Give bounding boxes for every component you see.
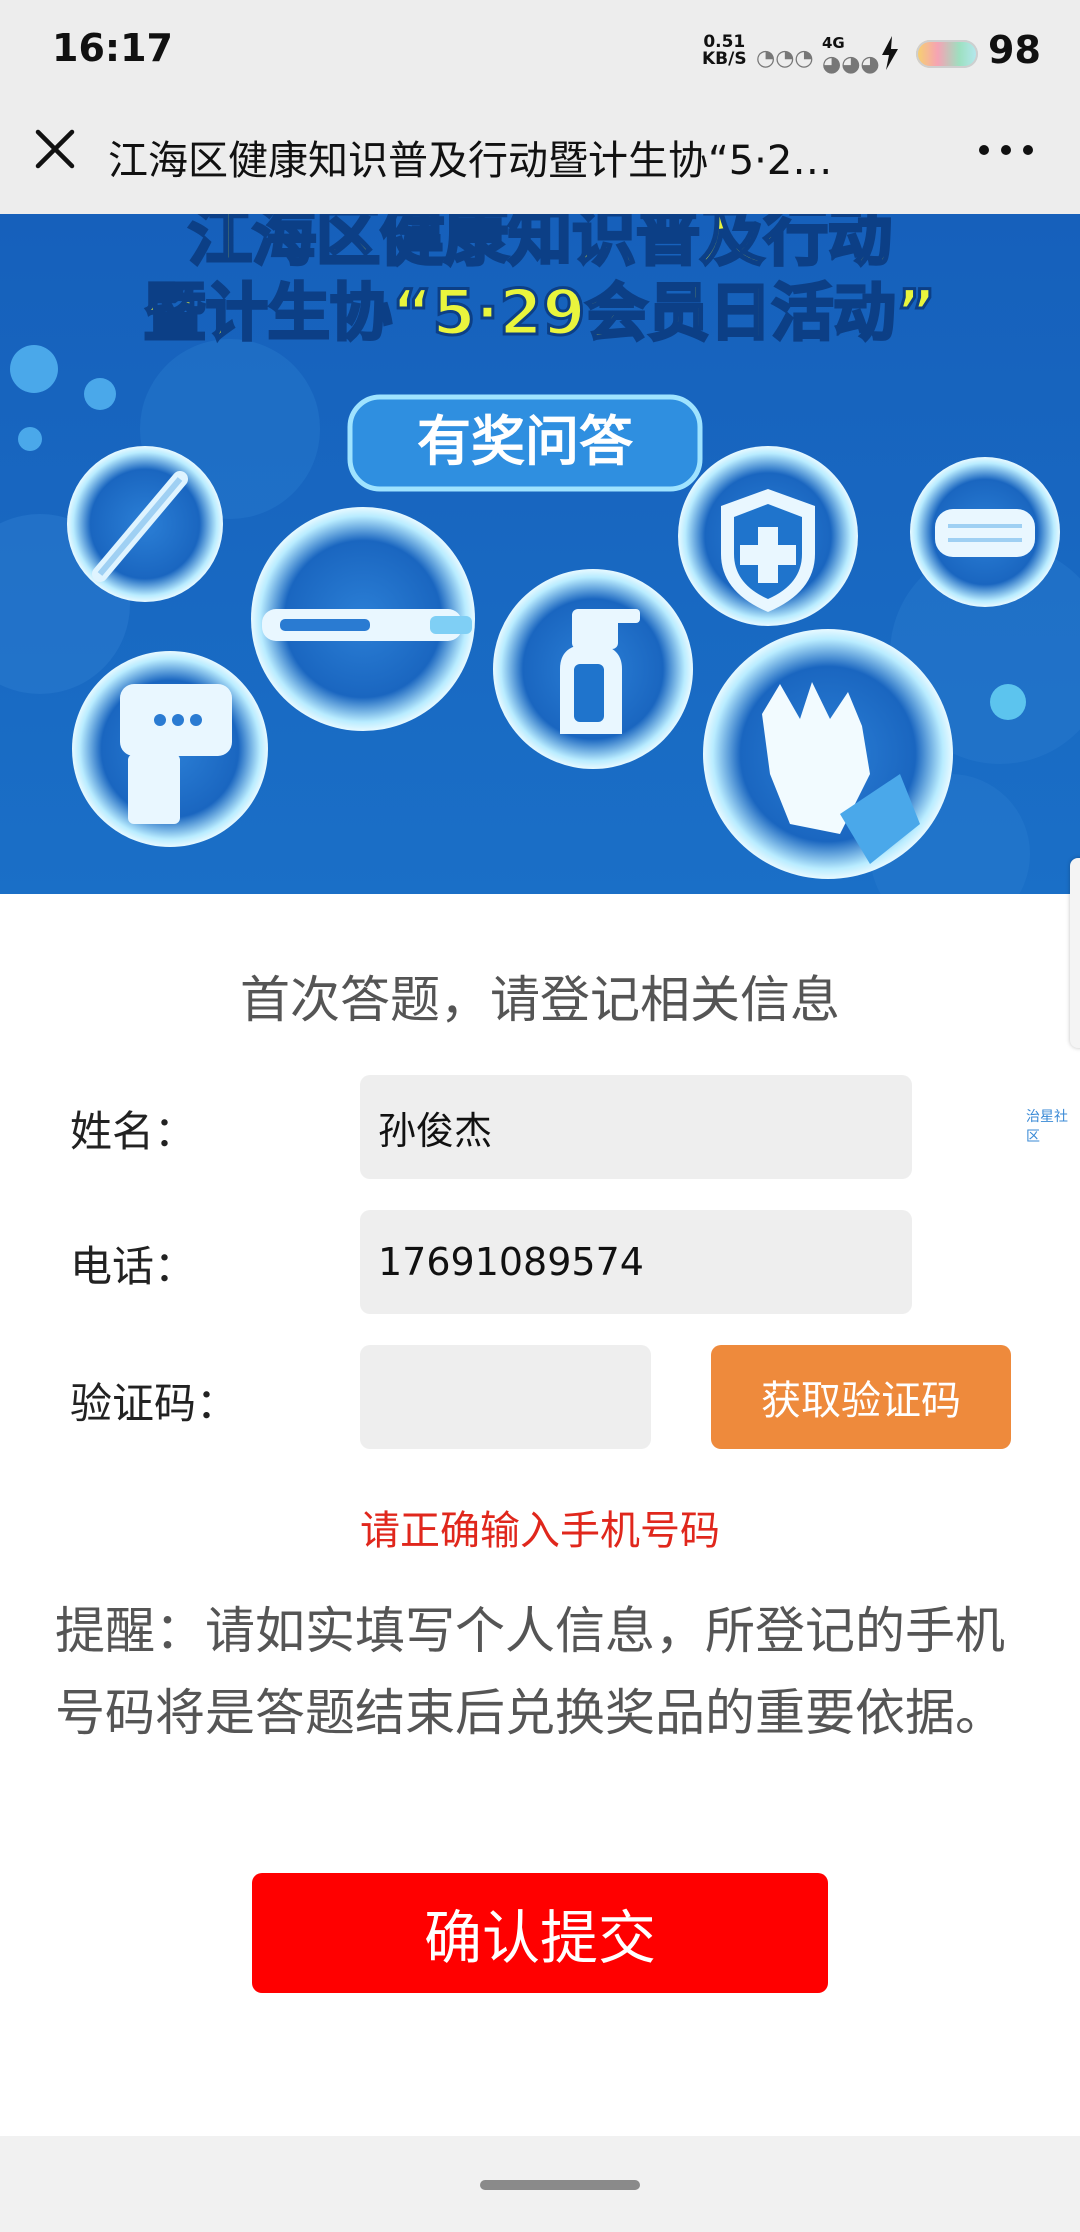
battery-icon bbox=[916, 40, 978, 68]
network-speed-unit: KB/S bbox=[702, 49, 747, 69]
more-icon[interactable] bbox=[976, 140, 1036, 160]
signal-strength-icon: ◕◕◕ bbox=[822, 52, 880, 77]
reminder-text: 提醒：请如实填写个人信息，所登记的手机号码将是答题结束后兑换奖品的重要依据。 bbox=[55, 1602, 1005, 1742]
name-input[interactable]: 孙俊杰 bbox=[360, 1075, 912, 1179]
phone-input-value: 17691089574 bbox=[378, 1240, 644, 1284]
error-message: 请正确输入手机号码 bbox=[360, 1508, 720, 1554]
charging-icon bbox=[882, 36, 898, 70]
banner-title-line2: 暨计生协“5·29会员日活动” bbox=[144, 276, 936, 349]
phone-input[interactable]: 17691089574 bbox=[360, 1210, 912, 1314]
network-type: 4G bbox=[822, 34, 845, 52]
side-label: 治星社区 bbox=[1026, 1109, 1068, 1145]
phone-label: 电话： bbox=[70, 1242, 197, 1291]
home-indicator[interactable] bbox=[480, 2180, 640, 2190]
battery-level: 98 bbox=[988, 28, 1041, 72]
network-speed: 0.51 KB/S bbox=[702, 34, 747, 68]
status-bar: 16:17 0.51 KB/S ◔◔◔ 4G ◕◕◕ 98 bbox=[0, 0, 1080, 110]
thermometer-icon bbox=[262, 609, 472, 641]
page-title: 江海区健康知识普及行动暨计生协“5·2… bbox=[108, 138, 833, 184]
status-time: 16:17 bbox=[52, 26, 173, 70]
banner-title-line1: 江海区健康知识普及行动 bbox=[188, 214, 892, 275]
banner-badge-label: 有奖问答 bbox=[417, 410, 634, 473]
form-heading: 首次答题，请登记相关信息 bbox=[240, 971, 840, 1029]
mask-icon bbox=[935, 509, 1035, 557]
name-input-value: 孙俊杰 bbox=[378, 1108, 493, 1153]
name-label: 姓名： bbox=[70, 1107, 197, 1156]
get-code-button[interactable]: 获取验证码 bbox=[711, 1345, 1011, 1449]
banner-image: 江海区健康知识普及行动 暨计生协“5·29会员日活动” 有奖问答 bbox=[0, 214, 1080, 894]
code-label: 验证码： bbox=[70, 1379, 239, 1428]
submit-button[interactable]: 确认提交 bbox=[252, 1873, 828, 1993]
verification-code-input[interactable] bbox=[360, 1345, 651, 1449]
close-icon[interactable] bbox=[30, 124, 80, 174]
signal-icon: ◔◔◔ bbox=[756, 46, 814, 71]
